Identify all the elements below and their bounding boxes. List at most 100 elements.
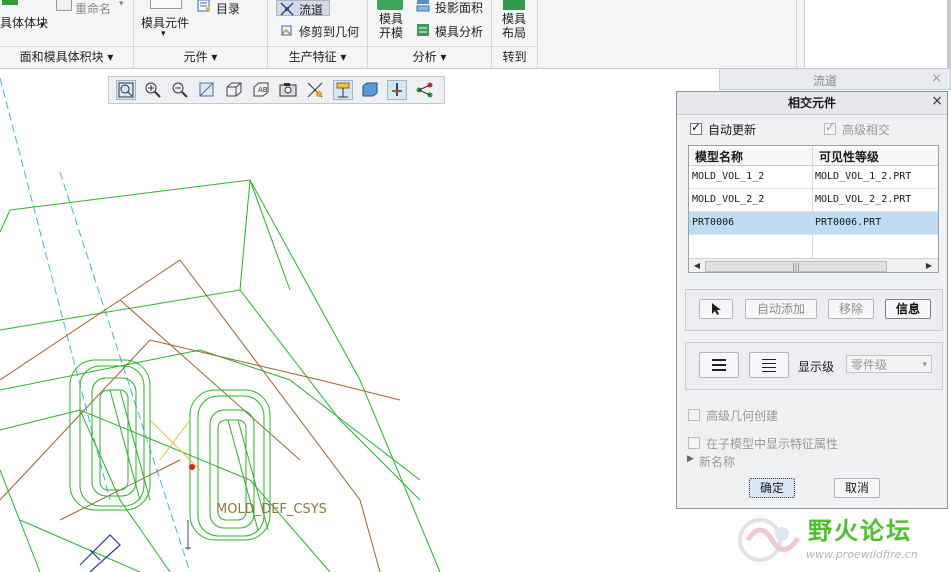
group-component[interactable]: 元件 ▾	[134, 46, 267, 67]
ok-button[interactable]: 确定	[749, 478, 795, 498]
projected-area-button[interactable]: 投影面积	[435, 0, 483, 16]
group-dropdown-icon: ▾	[107, 50, 114, 64]
mold-open-button[interactable]: 模具 开模	[379, 12, 403, 40]
point-display-button[interactable]	[415, 80, 435, 100]
shading-icon	[362, 82, 378, 97]
zoom-fit-button[interactable]	[116, 80, 136, 100]
group-analysis[interactable]: 分析 ▾	[368, 46, 491, 67]
part-cavity-2	[189, 389, 271, 541]
group-production-feature-label: 生产特征	[288, 50, 337, 64]
group-dropdown-icon: ▾	[340, 50, 347, 64]
group-goto-label: 转到	[502, 50, 527, 64]
trim-to-geometry-button[interactable]: 修剪到几何	[299, 23, 359, 40]
model-viewport[interactable]	[0, 68, 720, 572]
runner-icon	[280, 2, 294, 16]
annotation-display-icon	[307, 82, 323, 98]
group-goto[interactable]: 转到	[492, 46, 537, 67]
new-name-expander[interactable]: ▶ 新名称	[687, 453, 767, 469]
advanced-intersect-checkbox[interactable]	[824, 120, 836, 135]
horizontal-scrollbar[interactable]: ◀ ||| ▶	[689, 258, 938, 272]
auto-update-checkbox[interactable]	[690, 120, 702, 135]
auto-add-button[interactable]: 自动添加	[745, 299, 817, 319]
reorient-icon	[199, 82, 214, 97]
chevron-down-icon: ▾	[922, 360, 927, 370]
reorient-button[interactable]	[197, 80, 217, 100]
display-style-button[interactable]: AB	[251, 80, 271, 100]
close-icon[interactable]: ×	[931, 93, 943, 109]
mold-layout-line1: 模具	[502, 12, 527, 26]
solid-volume-dropdown-icon[interactable]: ▾	[40, 21, 45, 31]
cell-visibility-level: MOLD_VOL_1_2.PRT	[815, 171, 912, 182]
svg-text:AB: AB	[258, 86, 268, 94]
watermark-logo	[738, 518, 801, 562]
scroll-thumb[interactable]: |||	[705, 261, 887, 272]
shading-button[interactable]	[360, 80, 380, 100]
column-header-model-name[interactable]: 模型名称	[689, 148, 812, 166]
datum-display-icon	[336, 82, 350, 98]
list-view-button[interactable]	[699, 352, 739, 378]
group-analysis-label: 分析	[412, 50, 437, 64]
pull-direction-arrow	[79, 534, 121, 572]
mold-layout-button[interactable]: 模具 布局	[502, 12, 526, 40]
rename-dropdown-icon[interactable]: ▾	[119, 0, 124, 9]
zoom-out-icon	[172, 82, 188, 98]
cancel-button[interactable]: 取消	[834, 478, 880, 498]
volume-block-icon	[2, 0, 18, 5]
runner-label: 流道	[299, 3, 324, 17]
mold-open-icon	[377, 0, 403, 10]
runner-dialog-header: 流道 ×	[719, 68, 951, 90]
table-row[interactable]: MOLD_VOL_1_2 MOLD_VOL_1_2.PRT	[689, 166, 938, 189]
mold-component-dropdown-icon[interactable]: ▾	[161, 29, 166, 39]
ribbon-separator	[796, 0, 797, 68]
zoom-in-button[interactable]	[143, 80, 163, 100]
spin-center-button[interactable]	[387, 80, 407, 100]
show-feature-props-checkbox[interactable]	[688, 437, 700, 449]
cell-visibility-level: MOLD_VOL_2_2.PRT	[815, 194, 912, 205]
select-button[interactable]	[699, 299, 733, 319]
view-toolbar: AB	[108, 76, 445, 104]
runner-button[interactable]: 流道	[276, 0, 330, 17]
display-level-select[interactable]: 零件级 ▾	[846, 355, 932, 373]
reference-point	[189, 464, 195, 470]
advanced-geometry-create-checkbox[interactable]	[688, 409, 700, 421]
right-panel-area	[804, 0, 951, 68]
scroll-left-icon[interactable]: ◀	[691, 260, 703, 272]
auto-update-label: 自动更新	[708, 123, 757, 137]
perspective-button[interactable]	[278, 80, 298, 100]
datum-display-button[interactable]	[333, 80, 353, 100]
watermark-title: 野火论坛	[808, 517, 912, 545]
rename-button[interactable]: 重命名	[75, 0, 111, 17]
spin-center-icon	[392, 83, 402, 96]
scroll-right-icon[interactable]: ▶	[923, 260, 935, 272]
annotation-display-button[interactable]	[305, 80, 325, 100]
display-level-value: 零件级	[851, 358, 888, 372]
ribbon: 具体体块 ▾ 重命名 ▾ 模具元件 ▾ 目录 流道 修剪到几何 模具 开模 投影…	[0, 0, 804, 69]
mold-open-line1: 模具	[379, 12, 404, 26]
mold-analysis-button[interactable]: 模具分析	[435, 23, 483, 40]
remove-button[interactable]: 移除	[828, 299, 874, 319]
trim-geometry-icon	[280, 23, 294, 37]
zoom-out-button[interactable]	[170, 80, 190, 100]
action-panel: 自动添加 移除 信息	[685, 289, 943, 331]
group-production-feature[interactable]: 生产特征 ▾	[268, 46, 367, 67]
dialog-title: 相交元件	[677, 92, 947, 115]
new-name-label: 新名称	[699, 455, 736, 469]
display-style-icon: AB	[253, 82, 269, 97]
cell-model-name: MOLD_VOL_2_2	[692, 194, 765, 205]
list-thin-icon	[762, 359, 776, 372]
detail-view-button[interactable]	[749, 352, 789, 378]
intersect-components-dialog: 相交元件 × 自动更新 高级相交 模型名称 可见性等级 MOLD_VOL_1_2…	[676, 91, 948, 509]
zoom-fit-icon	[118, 82, 134, 98]
display-level-panel: 显示级 零件级 ▾	[685, 342, 943, 390]
table-row[interactable]: MOLD_VOL_2_2 MOLD_VOL_2_2.PRT	[689, 189, 938, 212]
table-row-selected[interactable]: PRT0006 PRT0006.PRT	[689, 212, 938, 235]
advanced-intersect-label: 高级相交	[842, 123, 891, 137]
info-button[interactable]: 信息	[885, 299, 931, 319]
column-header-visibility-level[interactable]: 可见性等级	[812, 148, 938, 166]
saved-views-button[interactable]	[224, 80, 244, 100]
right-panel-scrollbar[interactable]	[947, 0, 951, 68]
catalog-button[interactable]: 目录	[216, 0, 240, 17]
group-face-volume[interactable]: 面和模具体积块 ▾	[0, 46, 133, 67]
camera-icon	[279, 83, 297, 97]
close-icon[interactable]: ×	[931, 71, 942, 86]
